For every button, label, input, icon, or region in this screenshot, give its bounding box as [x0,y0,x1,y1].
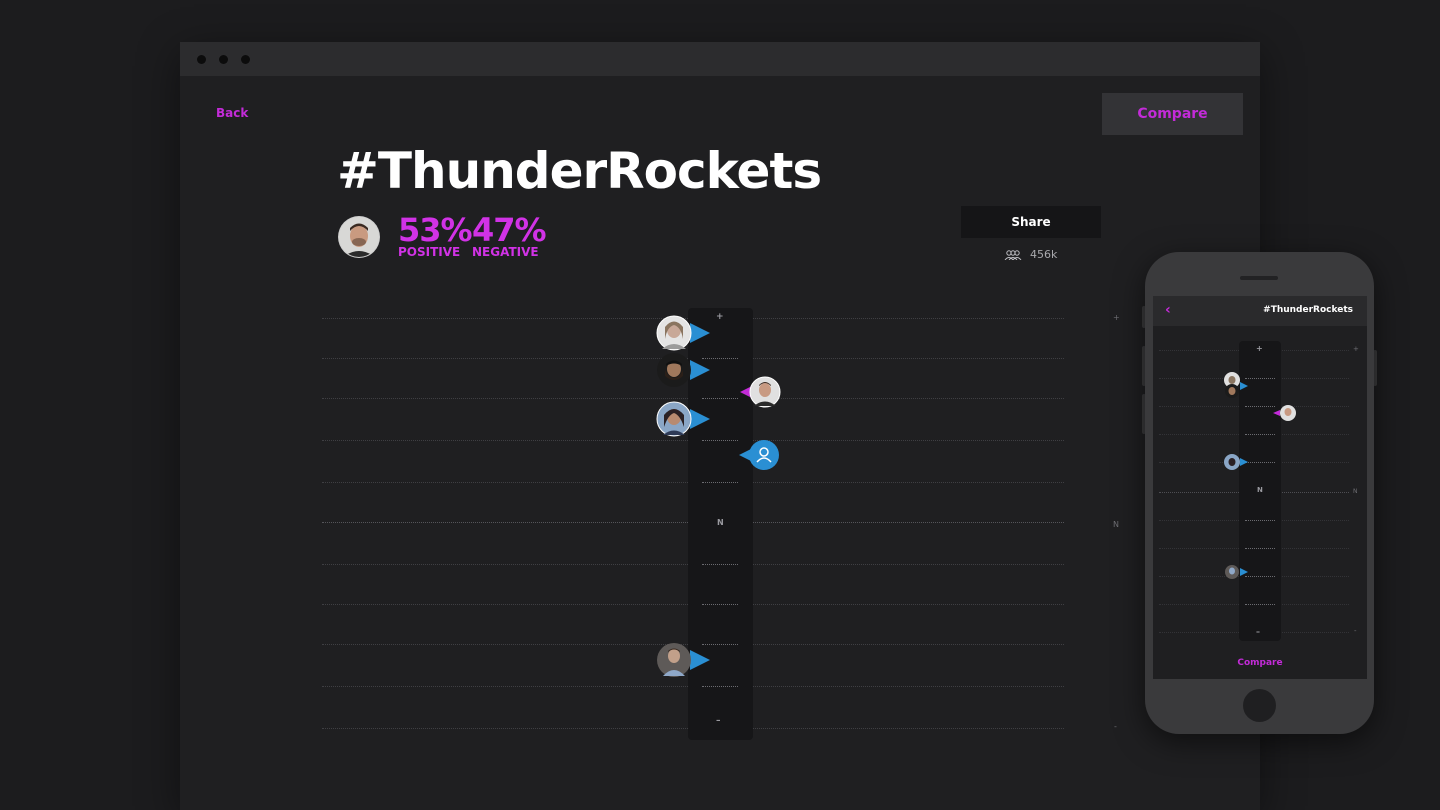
sentiment-marker[interactable] [656,352,712,392]
followers-count: 456k [1004,248,1057,261]
avatar-marker-icon [740,376,781,408]
phone-scale-middle-label: N [1257,486,1263,494]
share-button[interactable]: Share [961,206,1101,238]
phone-title: #ThunderRockets [1263,305,1353,315]
sentiment-marker[interactable] [656,401,712,441]
phone-avatar-marker-icon[interactable] [1273,404,1297,422]
phone-scale-tick [1245,520,1275,521]
avatar-marker-icon [657,643,710,677]
phone-scale-tick [1245,434,1275,435]
phone-screen: ‹ #ThunderRockets + N – + N - Compare [1153,296,1367,679]
scale-middle-label: N [717,518,724,527]
scale-right-top-label: + [1113,313,1120,322]
scale-tick [702,398,738,399]
negative-percent: 47% [472,211,547,249]
page-title: #ThunderRockets [337,142,822,200]
followers-value: 456k [1030,248,1058,261]
phone-scale-tick [1245,604,1275,605]
phone-speaker [1240,276,1278,280]
window-titlebar [180,42,1260,76]
scale-right-bottom-label: - [1114,722,1117,731]
people-icon [1004,249,1022,260]
scale-top-label: + [716,312,724,322]
negative-label: NEGATIVE [472,245,539,259]
scale-right-middle-label: N [1113,520,1119,529]
phone-right-middle-label: N [1353,488,1358,495]
scale-tick [702,482,738,483]
scale-tick [702,564,738,565]
scale-tick [702,604,738,605]
window-minimize-button[interactable] [219,55,228,64]
sentiment-marker[interactable] [656,642,712,682]
avatar-marker-icon [656,401,710,437]
phone-compare-button[interactable]: Compare [1153,658,1367,668]
phone-header: ‹ #ThunderRockets [1153,296,1367,326]
phone-avatar-marker-icon[interactable] [1223,453,1251,471]
browser-window: Back Compare #ThunderRockets 53% POSITIV… [180,42,1260,810]
sentiment-marker[interactable] [740,376,782,412]
phone-scale-top-label: + [1256,344,1263,353]
scale-tick [702,686,738,687]
phone-avatar-marker-icon[interactable] [1223,371,1251,401]
back-link[interactable]: Back [216,106,248,120]
window-maximize-button[interactable] [241,55,250,64]
sentiment-marker[interactable] [656,315,712,355]
negative-stat: 47% NEGATIVE [472,211,547,259]
phone-scale-bottom-label: – [1256,627,1260,636]
phone-right-bottom-label: - [1354,627,1357,635]
positive-percent: 53% [398,211,473,249]
sentiment-marker[interactable] [739,439,781,475]
window-close-button[interactable] [197,55,206,64]
compare-button[interactable]: Compare [1102,93,1243,135]
avatar-marker-icon [657,353,710,387]
phone-mockup: ‹ #ThunderRockets + N – + N - Compare [1145,252,1374,734]
avatar-marker-icon [656,315,710,351]
phone-avatar-marker-icon[interactable] [1223,563,1251,581]
chevron-left-icon[interactable]: ‹ [1165,302,1171,318]
phone-scale-tick [1245,406,1275,407]
scale-bottom-label: – [716,716,721,726]
owner-avatar[interactable] [338,216,380,258]
user-marker-icon [739,440,779,470]
phone-home-button[interactable] [1243,689,1276,722]
phone-right-top-label: + [1353,345,1359,353]
positive-stat: 53% POSITIVE [398,211,473,259]
phone-scale-tick [1245,548,1275,549]
